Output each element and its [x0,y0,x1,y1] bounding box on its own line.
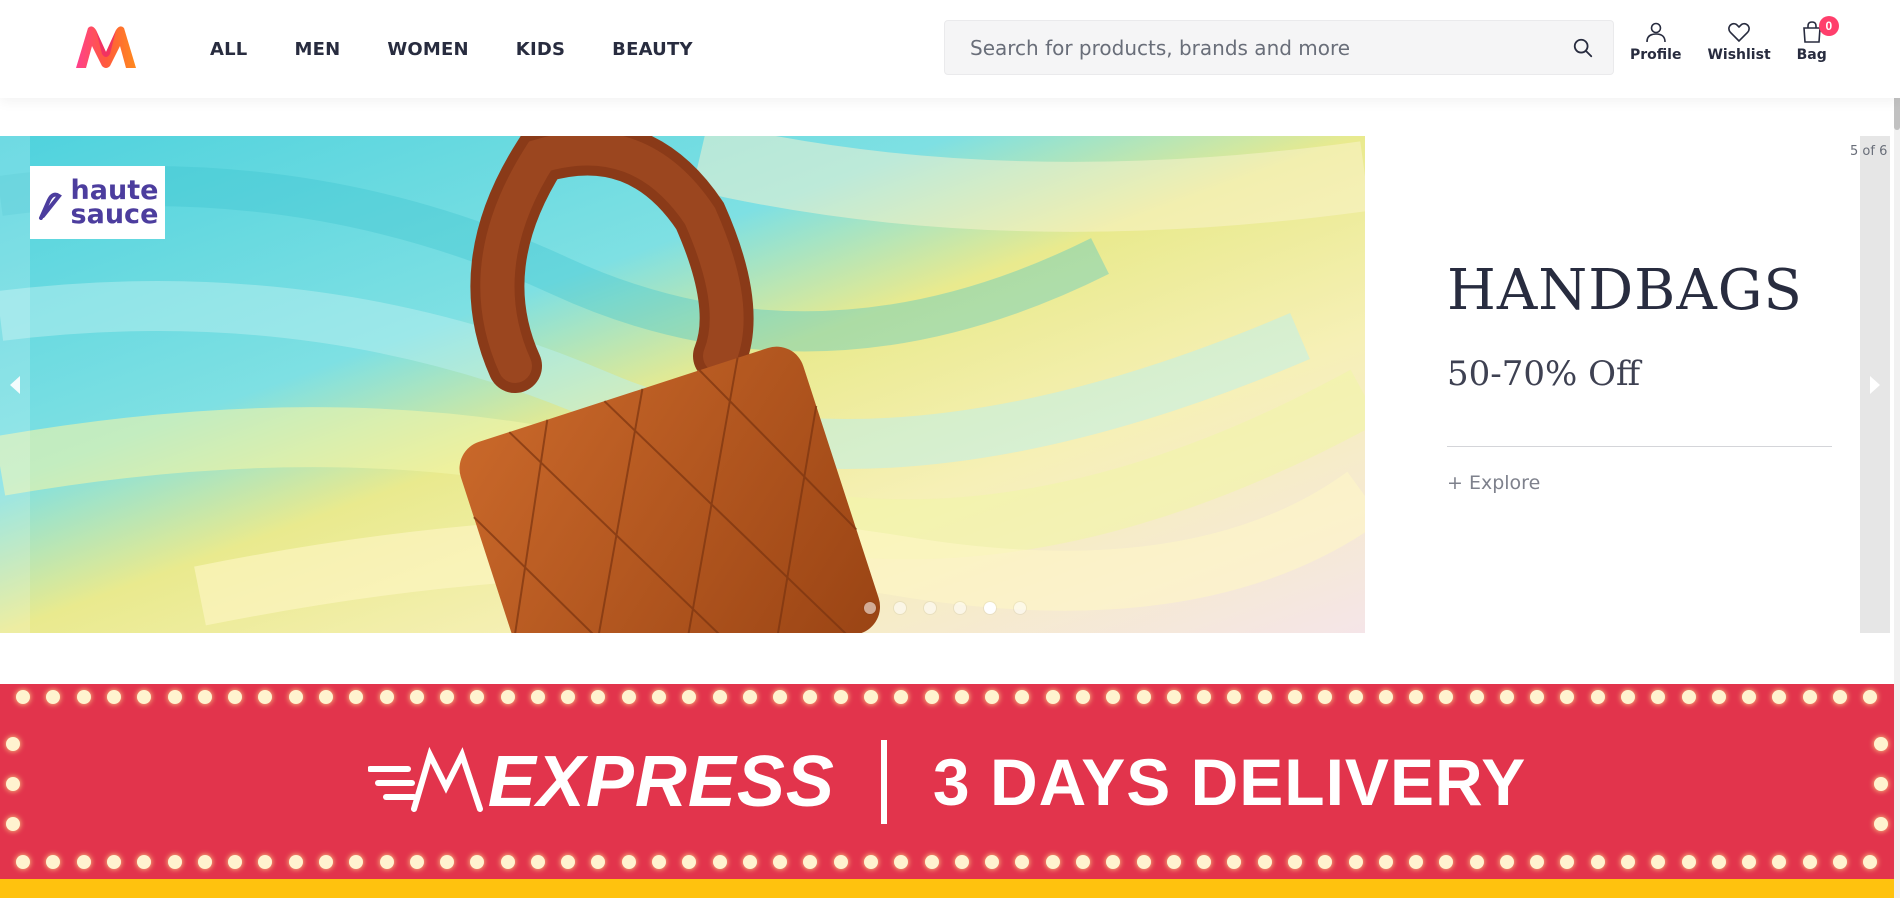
carousel-dot-1[interactable] [864,602,876,614]
carousel-next-button[interactable] [1860,136,1890,633]
header-actions: Profile Wishlist Bag 0 [1630,16,1853,63]
wishlist-label: Wishlist [1707,47,1771,63]
brand-logo-badge: haute sauce [30,166,165,239]
carousel-dot-5[interactable] [984,602,996,614]
carousel-prev-button[interactable] [0,136,30,633]
search-icon[interactable] [1553,20,1613,75]
carousel-dot-4[interactable] [954,602,966,614]
slide-offer: 50-70% Off [1447,354,1641,394]
slide-info-panel: HANDBAGS 50-70% Off + Explore [1447,136,1832,633]
hero-slide-image[interactable]: haute sauce [0,136,1365,633]
wishlist-icon [1728,22,1750,43]
slide-title: HANDBAGS [1447,258,1803,323]
brand-logo-icon [38,192,62,220]
wishlist-button[interactable]: Wishlist [1707,20,1771,63]
profile-label: Profile [1630,47,1682,63]
search-input[interactable] [945,35,1553,60]
carousel-dot-2[interactable] [894,602,906,614]
main-nav: ALL MEN WOMEN KIDS BEAUTY [210,0,740,98]
chevron-right-icon [1870,375,1880,394]
nav-item-kids[interactable]: KIDS [516,39,565,60]
myntra-logo[interactable] [74,24,138,70]
profile-button[interactable]: Profile [1630,20,1681,63]
express-separator [880,739,887,824]
express-delivery-banner[interactable]: EXPRESS 3 DAYS DELIVERY [0,684,1894,879]
carousel-counter: 5 of 6 [1850,144,1888,159]
profile-icon [1645,22,1666,43]
delivery-text: 3 DAYS DELIVERY [932,744,1527,819]
bag-button[interactable]: Bag 0 [1796,16,1839,63]
nav-item-beauty[interactable]: BEAUTY [612,39,693,60]
nav-item-all[interactable]: ALL [210,39,247,60]
express-label: EXPRESS [487,741,835,822]
nav-item-men[interactable]: MEN [294,39,340,60]
search-bar [944,20,1614,75]
carousel-dot-3[interactable] [924,602,936,614]
carousel-dots [864,602,1026,614]
fabric-background [0,136,1365,633]
brand-name-line2: sauce [70,198,159,230]
page-scrollbar[interactable] [1894,0,1900,898]
hero-carousel: haute sauce HANDBAGS 50-70% Off + Explor… [0,136,1890,633]
site-header: ALL MEN WOMEN KIDS BEAUTY Profile Wishli… [0,0,1900,98]
yellow-strip [0,879,1894,898]
express-logo-icon [367,746,483,812]
express-text: EXPRESS 3 DAYS DELIVERY [0,684,1894,879]
explore-link[interactable]: + Explore [1447,472,1540,494]
carousel-dot-6[interactable] [1014,602,1026,614]
divider [1447,446,1832,447]
bag-count-badge: 0 [1818,16,1839,36]
chevron-left-icon [10,375,20,394]
express-logo: EXPRESS [367,741,835,823]
bag-label: Bag [1796,47,1827,63]
nav-item-women[interactable]: WOMEN [387,39,468,60]
